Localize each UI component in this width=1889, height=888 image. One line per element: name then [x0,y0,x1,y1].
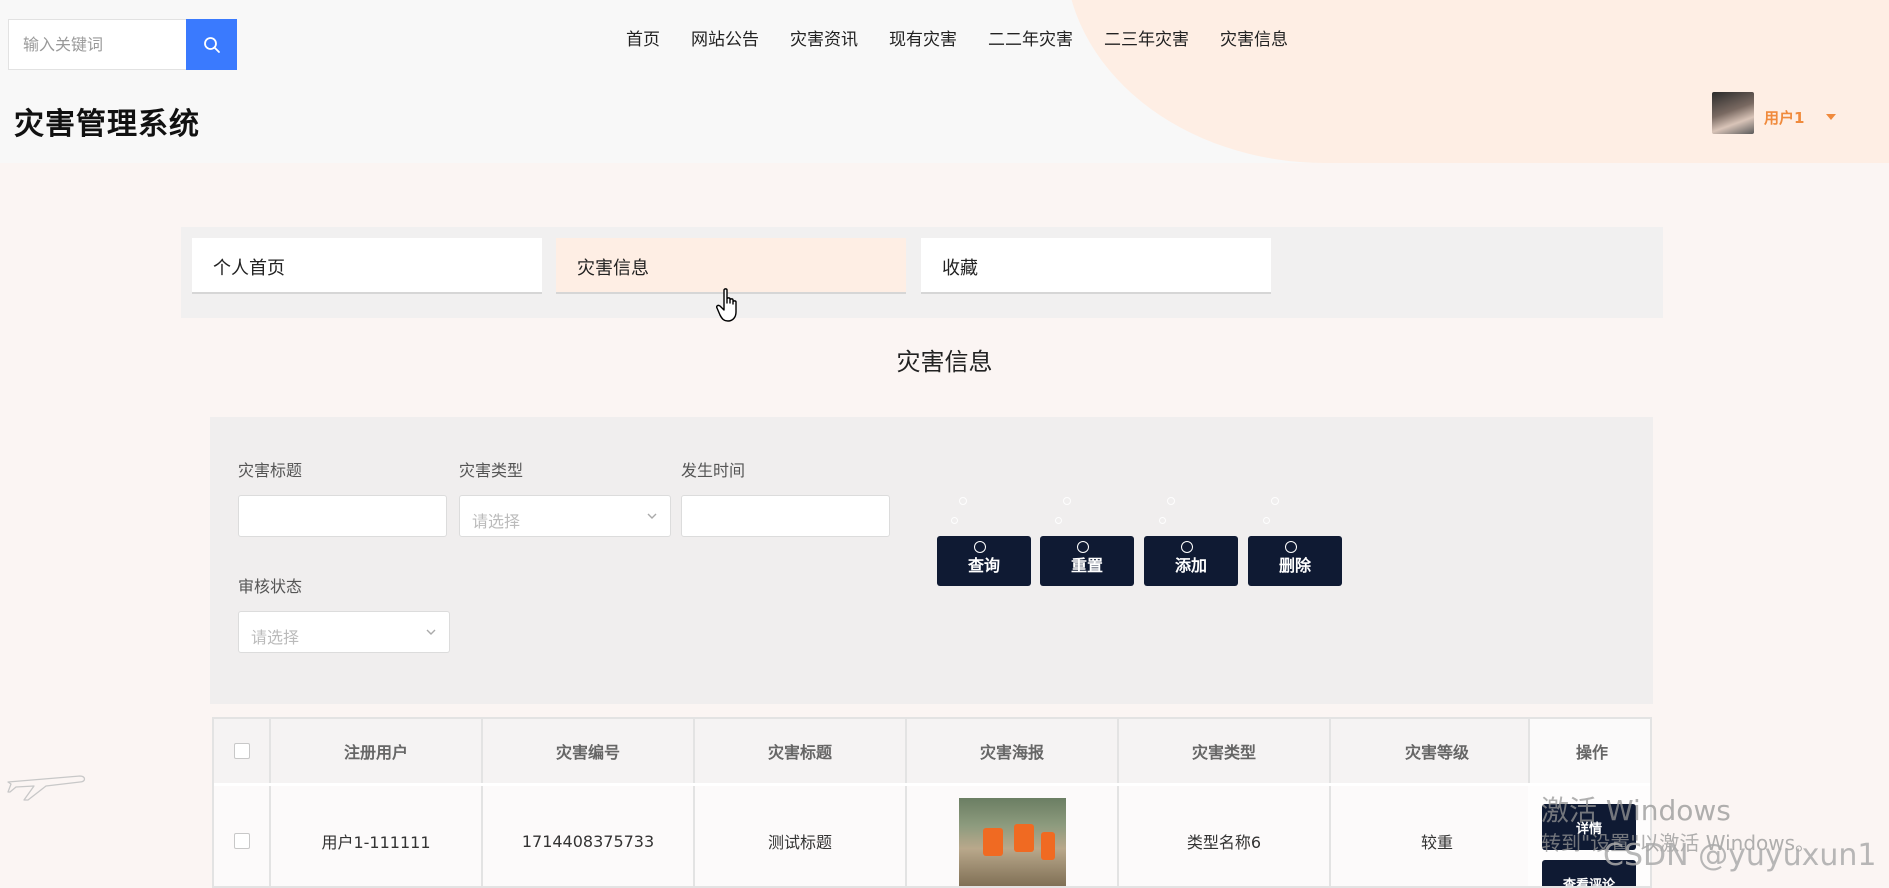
filter-time-label: 发生时间 [681,461,746,480]
table-header-row: 注册用户 灾害编号 灾害标题 灾害海报 灾害类型 灾害等级 [214,719,1650,783]
filter-panel [210,417,1653,704]
chevron-down-icon [647,513,657,519]
status-placeholder: 请选择 [251,628,300,647]
cell-level: 较重 [1420,833,1453,852]
nav-current-disasters[interactable]: 现有灾害 [889,25,957,50]
search-button[interactable] [186,19,237,70]
disaster-poster-image[interactable] [958,798,1066,886]
disaster-table: 注册用户 灾害编号 灾害标题 灾害海报 灾害类型 灾害等级 用户1-111111… [212,717,1652,888]
nav-announcements[interactable]: 网站公告 [691,25,759,50]
tab-disaster-info[interactable]: 灾害信息 [556,238,906,294]
search-icon [203,36,220,53]
nav-disasters-23[interactable]: 二三年灾害 [1104,25,1189,50]
filter-type-label: 灾害类型 [459,461,524,480]
delete-button-label: 删除 [1278,556,1311,575]
type-placeholder: 请选择 [472,512,521,531]
hand-cursor-icon [716,288,737,322]
main-nav: 首页 网站公告 灾害资讯 现有灾害 二二年灾害 二三年灾害 灾害信息 [626,25,1319,50]
row-checkbox[interactable] [233,833,250,849]
select-all-checkbox[interactable] [233,743,250,759]
view-comments-label: 查看评论 [1562,878,1615,888]
col-user: 注册用户 [271,719,483,783]
col-poster: 灾害海报 [907,719,1119,783]
poster-figure [1040,832,1055,860]
row-checkbox-cell [214,786,271,886]
search-input[interactable] [8,19,186,70]
tab-favorites[interactable]: 收藏 [921,238,1271,294]
poster-figure [1013,824,1034,852]
nav-disaster-news[interactable]: 灾害资讯 [790,25,858,50]
user-name[interactable]: 用户1 [1764,107,1804,128]
bubble-decor [974,541,986,553]
bubble-decor [1063,497,1071,505]
nav-home[interactable]: 首页 [626,25,660,50]
site-title: 灾害管理系统 [14,107,200,142]
cell-user: 用户1-111111 [271,786,483,886]
query-button-label: 查询 [967,556,1000,575]
center-tabs: 个人首页 灾害信息 收藏 [181,227,1663,318]
table-row: 用户1-111111 1714408375733 测试标题 类型名称6 较重 [214,786,1650,886]
cell-code: 1714408375733 [483,786,695,886]
bubble-decor [1055,517,1062,524]
bubble-decor [1077,541,1089,553]
poster-figure [982,828,1003,856]
col-title: 灾害标题 [695,719,907,783]
nav-disaster-info[interactable]: 灾害信息 [1220,25,1288,50]
bubble-decor [1285,541,1297,553]
bubble-decor [951,517,958,524]
col-type: 灾害类型 [1119,719,1331,783]
nav-disasters-22[interactable]: 二二年灾害 [988,25,1073,50]
cell-type: 类型名称6 [1119,786,1331,886]
cell-poster [907,786,1119,886]
disaster-title-field[interactable] [238,495,447,537]
csdn-watermark: CSDN @yuyuxun1 [1603,838,1877,873]
bubble-decor [1181,541,1193,553]
review-status-select[interactable]: 请选择 [238,611,450,653]
windows-activation-title: 激活 Windows [1541,794,1731,827]
bubble-decor [1159,517,1166,524]
col-operation: 操作 [1528,719,1650,783]
reset-button-label: 重置 [1070,556,1103,575]
chevron-down-icon [426,629,436,635]
filter-title-label: 灾害标题 [238,461,303,480]
page-title: 灾害信息 [896,348,993,376]
col-level: 灾害等级 [1404,743,1469,762]
caret-down-icon[interactable] [1826,114,1836,120]
bubble-decor [1271,497,1279,505]
add-button-label: 添加 [1174,556,1207,575]
bubble-decor [1167,497,1175,505]
header-checkbox-cell [214,719,271,783]
col-code: 灾害编号 [483,719,695,783]
disaster-type-select[interactable]: 请选择 [459,495,671,537]
cell-title: 测试标题 [695,786,907,886]
bubble-decor [1263,517,1270,524]
avatar[interactable] [1712,92,1754,134]
bubble-decor [959,497,967,505]
tab-personal-home[interactable]: 个人首页 [192,238,542,294]
filter-status-label: 审核状态 [238,577,303,596]
occur-time-field[interactable] [681,495,890,537]
airplane-icon [7,775,86,801]
